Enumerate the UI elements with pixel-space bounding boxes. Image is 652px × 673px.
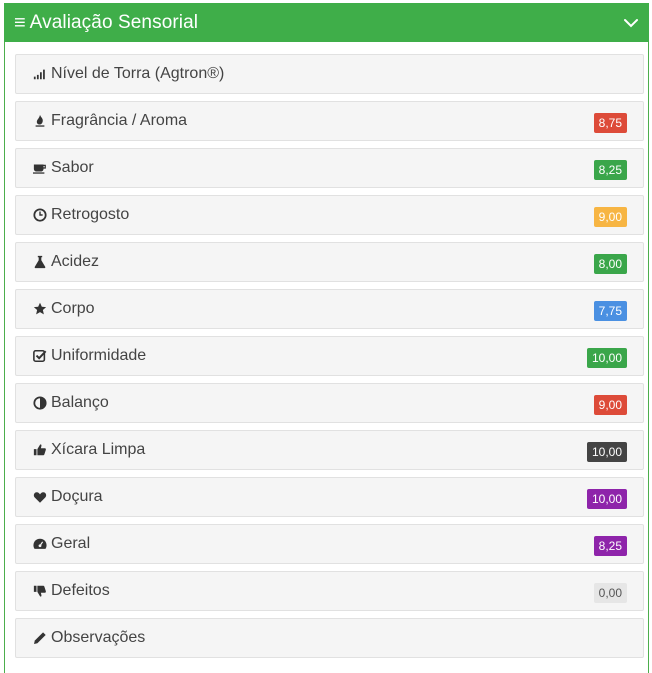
list-item-label: Uniformidade <box>51 347 147 364</box>
list-item[interactable]: Sabor 8,25 <box>15 148 644 188</box>
flask-icon <box>32 254 48 270</box>
score-badge: 10,00 <box>586 489 627 509</box>
dashboard-icon <box>32 536 48 552</box>
score-badge: 8,25 <box>593 536 627 556</box>
heart-icon <box>32 489 48 505</box>
score-badge: 9,00 <box>593 207 627 227</box>
list-item[interactable]: Acidez 8,00 <box>15 242 644 282</box>
list-item[interactable]: Defeitos 0,00 <box>15 571 644 611</box>
list-item-label: Acidez <box>51 253 100 270</box>
list-item-label: Defeitos <box>51 582 110 599</box>
list-item[interactable]: Observações <box>15 618 644 658</box>
list-item[interactable]: Geral 8,25 <box>15 524 644 564</box>
list-item-label: Balanço <box>51 394 109 411</box>
list-item-label: Doçura <box>51 488 103 505</box>
coffee-cup-icon <box>32 160 48 176</box>
thumbs-down-icon <box>32 583 48 599</box>
score-badge: 8,00 <box>593 254 627 274</box>
score-badge: 8,25 <box>593 160 627 180</box>
list-item-label: Xícara Limpa <box>51 441 146 458</box>
list-item[interactable]: Corpo 7,75 <box>15 289 644 329</box>
checkbox-icon <box>32 348 48 364</box>
sensory-list: Nível de Torra (Agtron®) Fragrância / Aro… <box>15 54 644 665</box>
list-item-label: Geral <box>51 535 91 552</box>
half-circle-icon <box>32 395 48 411</box>
clock-icon <box>32 207 48 223</box>
list-item[interactable]: Nível de Torra (Agtron®) <box>15 54 644 94</box>
list-item-label: Observações <box>51 629 146 646</box>
list-item-label: Retrogosto <box>51 206 130 223</box>
list-item-label: Sabor <box>51 159 94 176</box>
score-badge: 10,00 <box>586 348 627 368</box>
score-badge: 0,00 <box>593 583 627 603</box>
signal-icon <box>32 66 48 82</box>
score-badge: 8,75 <box>593 113 627 133</box>
list-item[interactable]: Fragrância / Aroma 8,75 <box>15 101 644 141</box>
list-item[interactable]: Xícara Limpa 10,00 <box>15 430 644 470</box>
list-item[interactable]: Uniformidade 10,00 <box>15 336 644 376</box>
panel-title: Avaliação Sensorial <box>29 11 199 33</box>
list-item-label: Nível de Torra (Agtron®) <box>51 65 225 82</box>
list-item-label: Fragrância / Aroma <box>51 112 188 129</box>
score-badge: 9,00 <box>593 395 627 415</box>
score-badge: 7,75 <box>593 301 627 321</box>
star-icon <box>32 301 48 317</box>
list-item[interactable]: Retrogosto 9,00 <box>15 195 644 235</box>
thumbs-up-icon <box>32 442 48 458</box>
list-item[interactable]: Balanço 9,00 <box>15 383 644 423</box>
menu-icon: ≡ <box>14 11 26 34</box>
fire-icon <box>32 113 48 129</box>
pencil-icon <box>32 630 48 646</box>
list-item-label: Corpo <box>51 300 95 317</box>
chevron-down-icon[interactable] <box>623 15 639 31</box>
score-badge: 10,00 <box>586 442 627 462</box>
list-item[interactable]: Doçura 10,00 <box>15 477 644 517</box>
panel-header[interactable]: ≡ Avaliação Sensorial <box>4 3 649 42</box>
